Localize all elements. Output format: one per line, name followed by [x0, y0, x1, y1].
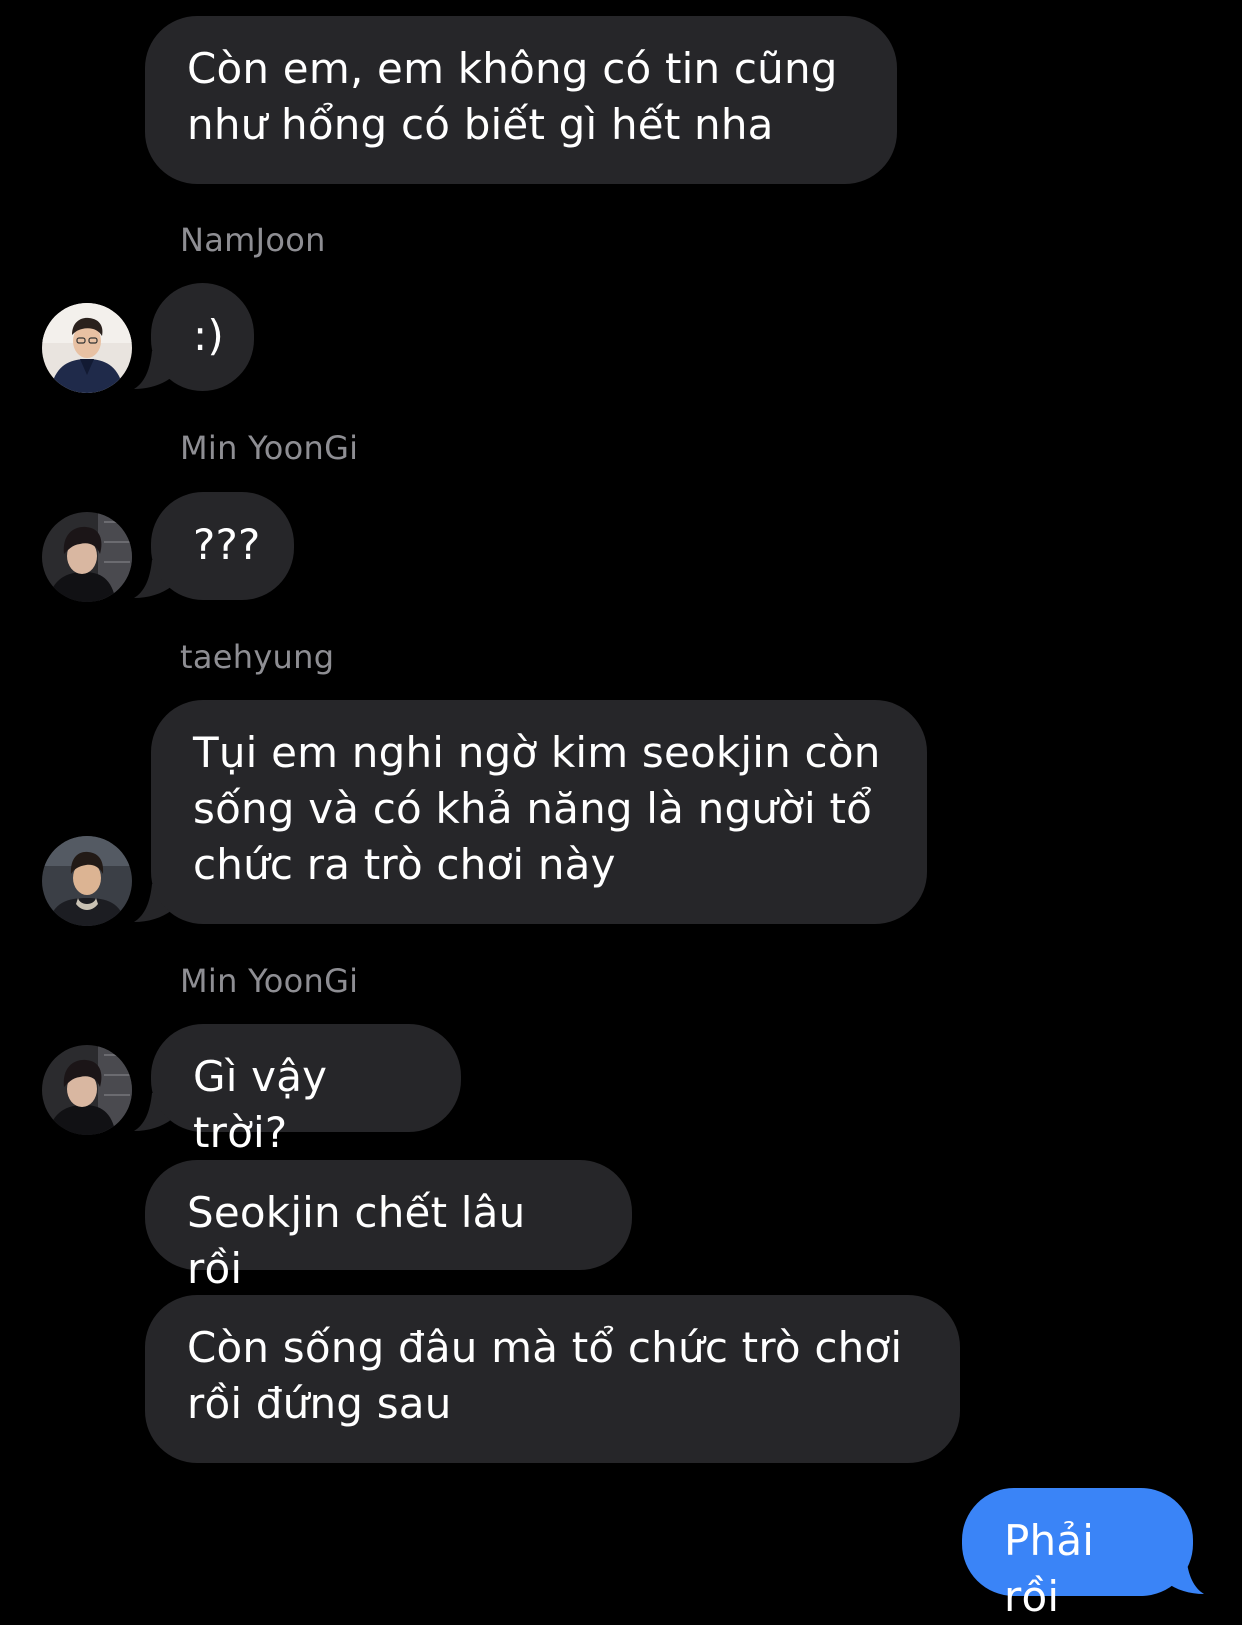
message-bubble[interactable]: Gì vậy trời?: [151, 1024, 461, 1157]
message-bubble[interactable]: ???: [151, 492, 294, 600]
sender-name: NamJoon: [180, 221, 326, 259]
sender-name: taehyung: [180, 638, 335, 676]
yoongi-avatar[interactable]: [42, 512, 132, 602]
message-bubble[interactable]: Seokjin chết lâu rồi: [145, 1160, 632, 1293]
yoongi-avatar[interactable]: [42, 1045, 132, 1135]
namjoon-avatar[interactable]: [42, 303, 132, 393]
taehyung-avatar[interactable]: [42, 836, 132, 926]
sender-name: Min YoonGi: [180, 962, 359, 1000]
message-bubble[interactable]: Còn sống đâu mà tổ chức trò chơi rồi đứn…: [145, 1295, 960, 1463]
sender-name: Min YoonGi: [180, 429, 359, 467]
message-bubble[interactable]: Còn em, em không có tin cũng như hổng có…: [145, 16, 897, 184]
message-bubble[interactable]: Tụi em nghi ngờ kim seokjin còn sống và …: [151, 700, 927, 924]
message-bubble-outgoing[interactable]: Phải rồi: [962, 1488, 1193, 1621]
message-bubble[interactable]: :): [151, 283, 254, 391]
